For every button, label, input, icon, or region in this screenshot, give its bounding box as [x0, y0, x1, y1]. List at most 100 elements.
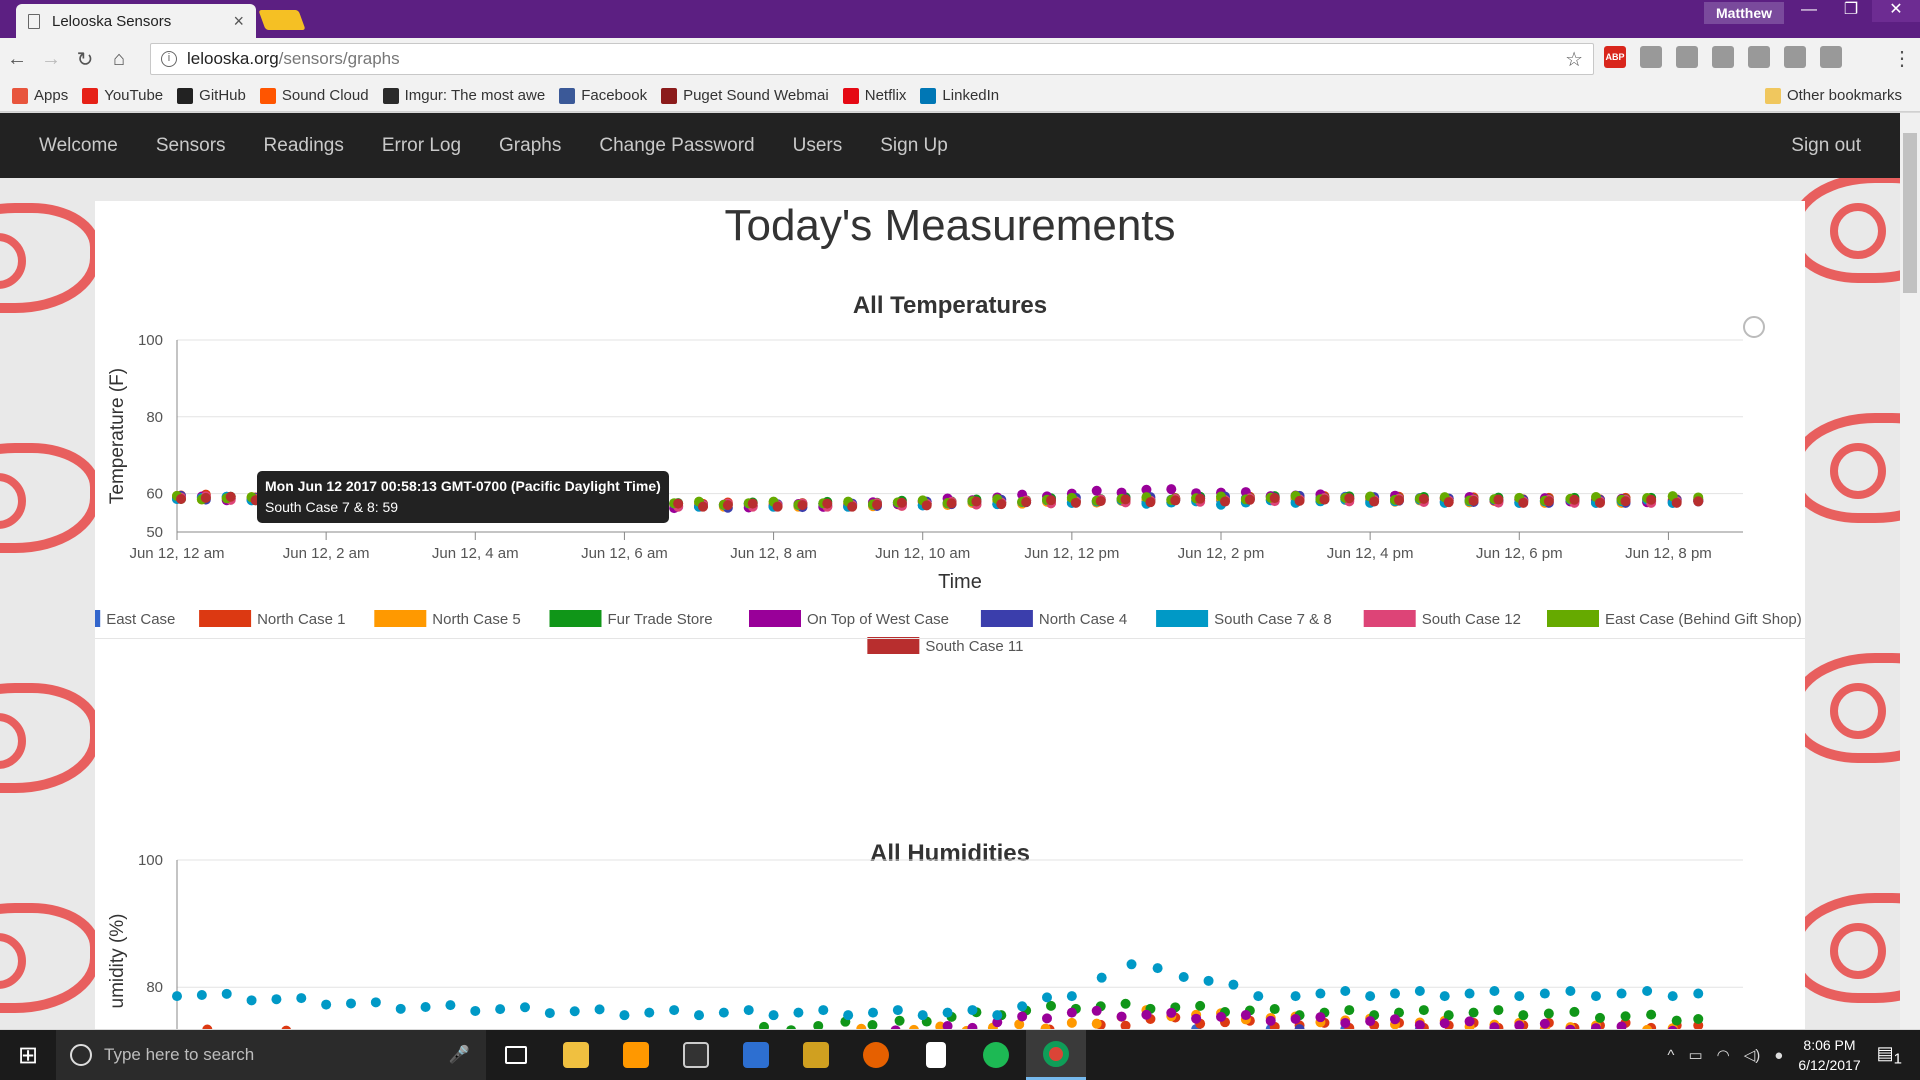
network-tool-icon[interactable] — [726, 1030, 786, 1080]
firefox-icon[interactable] — [846, 1030, 906, 1080]
data-point — [1166, 1007, 1177, 1018]
nav-readings[interactable]: Readings — [245, 135, 363, 157]
nav-sensors[interactable]: Sensors — [137, 135, 245, 157]
bookmark-star-icon[interactable]: ☆ — [1565, 47, 1583, 72]
bookmark-item[interactable]: Puget Sound Webmai — [661, 87, 829, 104]
nav-welcome[interactable]: Welcome — [20, 135, 137, 157]
extension-icon[interactable] — [1784, 46, 1806, 68]
data-point — [896, 497, 907, 508]
data-point — [718, 1007, 729, 1018]
data-point — [1091, 1018, 1102, 1029]
chevron-up-icon[interactable]: ^ — [1667, 1047, 1674, 1064]
file-explorer-icon[interactable] — [546, 1030, 606, 1080]
clock[interactable]: 8:06 PM 6/12/2017 — [1798, 1035, 1860, 1075]
nav-sign-out[interactable]: Sign out — [1772, 135, 1880, 157]
task-view-icon[interactable] — [486, 1030, 546, 1080]
scrollbar-thumb[interactable] — [1903, 133, 1917, 293]
minimize-button[interactable]: — — [1788, 0, 1830, 22]
wifi-icon[interactable]: ◠ — [1717, 1046, 1730, 1064]
taskbar-search[interactable]: Type here to search 🎤 — [56, 1030, 486, 1080]
extension-icon[interactable] — [1640, 46, 1662, 68]
bookmark-item[interactable]: Netflix — [842, 87, 906, 104]
volume-icon[interactable]: ◁) — [1744, 1046, 1761, 1064]
extension-icon[interactable] — [1676, 46, 1698, 68]
settings-tool-icon[interactable] — [786, 1030, 846, 1080]
bookmark-item[interactable]: Sound Cloud — [259, 87, 369, 104]
data-point — [813, 1020, 824, 1029]
profile-button[interactable]: Matthew — [1704, 2, 1784, 24]
bookmark-label: GitHub — [199, 87, 246, 104]
data-point — [917, 1010, 928, 1021]
x-tick-label: Jun 12, 6 am — [581, 545, 668, 562]
notification-icon[interactable]: ▤1 — [1877, 1043, 1902, 1068]
tab-close-icon[interactable]: × — [233, 11, 244, 32]
data-point — [818, 1005, 829, 1016]
windows-start-icon[interactable]: ⊞ — [0, 1041, 56, 1070]
sublime-text-icon[interactable] — [606, 1030, 666, 1080]
reload-icon[interactable]: ↻ — [68, 47, 102, 72]
background-pattern — [0, 903, 100, 1013]
nav-users[interactable]: Users — [774, 135, 862, 157]
extension-icon[interactable] — [1820, 46, 1842, 68]
background-pattern — [0, 683, 100, 793]
other-bookmarks-label: Other bookmarks — [1786, 87, 1902, 104]
chrome-menu-icon[interactable]: ⋮ — [1892, 46, 1912, 71]
other-bookmarks[interactable]: Other bookmarks — [1764, 87, 1902, 104]
data-point — [1253, 991, 1264, 1002]
back-icon[interactable]: ← — [0, 48, 34, 71]
notification-count: 1 — [1893, 1050, 1902, 1068]
bookmark-item[interactable]: YouTube — [82, 87, 163, 104]
chrome-taskbar-icon[interactable] — [1026, 1030, 1086, 1080]
data-point — [1216, 1011, 1226, 1022]
data-point — [1569, 494, 1580, 505]
close-window-button[interactable]: ✕ — [1872, 0, 1920, 22]
folder-icon — [1764, 87, 1781, 104]
x-tick-label: Jun 12, 10 am — [875, 545, 970, 562]
browser-tab[interactable]: Lelooska Sensors × — [16, 4, 256, 38]
nav-error-log[interactable]: Error Log — [363, 135, 480, 157]
data-point — [967, 1005, 978, 1016]
data-point — [971, 496, 982, 507]
data-point — [1518, 1010, 1529, 1021]
extension-icon[interactable] — [1712, 46, 1734, 68]
background-pattern — [1790, 413, 1900, 523]
bookmark-item[interactable]: Imgur: The most awe — [382, 87, 546, 104]
data-point — [1120, 998, 1131, 1009]
microphone-icon[interactable]: 🎤 — [449, 1045, 470, 1065]
legend-swatch — [749, 610, 801, 627]
browser-toolbar: ← → ↻ ⌂ i lelooska.org /sensors/graphs ☆… — [0, 38, 1920, 80]
terminal-icon[interactable] — [666, 1030, 726, 1080]
home-icon[interactable]: ⌂ — [102, 48, 136, 71]
bookmark-label: Imgur: The most awe — [404, 87, 546, 104]
bookmark-item[interactable]: GitHub — [177, 87, 246, 104]
nav-sign-up[interactable]: Sign Up — [861, 135, 967, 157]
clock-time: 8:06 PM — [1803, 1037, 1856, 1053]
data-point — [847, 501, 858, 512]
bookmark-favicon-icon — [920, 87, 937, 104]
data-point — [321, 999, 332, 1010]
data-point — [1152, 963, 1163, 974]
data-point — [1294, 495, 1305, 506]
new-tab-button[interactable] — [258, 10, 306, 30]
bookmark-item[interactable]: Facebook — [559, 87, 647, 104]
forward-icon[interactable]: → — [34, 48, 68, 71]
extension-icon[interactable]: ABP — [1604, 46, 1626, 68]
data-point — [1195, 493, 1206, 504]
site-info-icon[interactable]: i — [161, 51, 177, 67]
page-scrollbar[interactable] — [1900, 113, 1920, 1029]
extension-icon[interactable] — [1748, 46, 1770, 68]
bookmark-item[interactable]: LinkedIn — [920, 87, 999, 104]
data-point — [1667, 991, 1678, 1002]
bookmark-favicon-icon — [259, 87, 276, 104]
data-point — [1170, 495, 1181, 506]
nav-graphs[interactable]: Graphs — [480, 135, 580, 157]
battery-icon[interactable]: ▭ — [1688, 1046, 1702, 1064]
nav-change-password[interactable]: Change Password — [580, 135, 773, 157]
spotify-icon[interactable] — [966, 1030, 1026, 1080]
data-point — [872, 499, 882, 510]
address-bar[interactable]: i lelooska.org /sensors/graphs ☆ — [150, 43, 1594, 75]
restore-button[interactable]: ❐ — [1830, 0, 1872, 22]
document-icon[interactable] — [906, 1030, 966, 1080]
bookmark-item[interactable]: Apps — [12, 87, 68, 104]
weather-icon[interactable]: ● — [1774, 1047, 1783, 1064]
